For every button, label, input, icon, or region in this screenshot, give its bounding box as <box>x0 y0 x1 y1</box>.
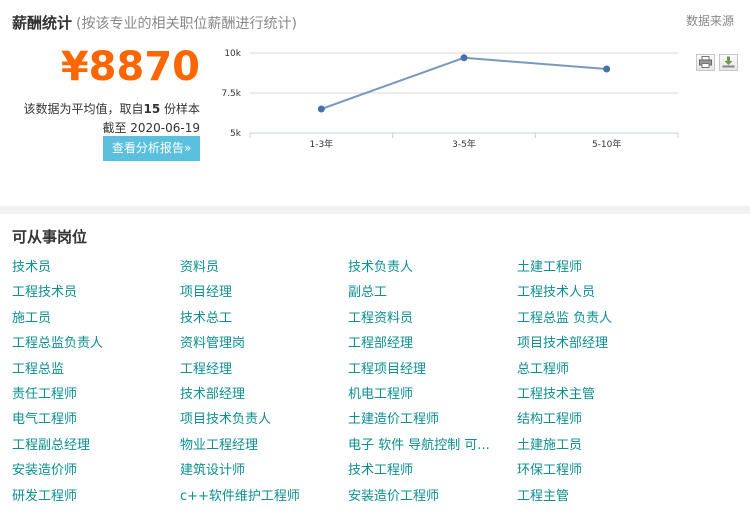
sample-note: 该数据为平均值，取自15 份样本 <box>23 100 200 117</box>
job-link[interactable]: 资料管理岗 <box>180 332 245 351</box>
data-source-link[interactable]: 数据来源 <box>686 12 734 29</box>
job-link[interactable]: 环保工程师 <box>517 459 582 478</box>
print-button[interactable] <box>696 54 715 71</box>
x-tick-label: 1-3年 <box>309 138 333 150</box>
x-tick-label: 3-5年 <box>452 138 476 150</box>
job-link[interactable]: 责任工程师 <box>12 383 77 402</box>
job-link[interactable]: 技术员 <box>12 256 51 275</box>
job-link[interactable]: 安装造价工程师 <box>348 485 439 504</box>
job-link[interactable]: 物业工程经理 <box>180 434 258 453</box>
y-tick-label: 5k <box>230 129 242 139</box>
view-report-button[interactable]: 查看分析报告» <box>103 136 200 161</box>
print-icon <box>699 56 712 68</box>
job-link[interactable]: 总工程师 <box>517 358 569 377</box>
job-link[interactable]: 副总工 <box>348 281 387 300</box>
panel-title: 薪酬统计 (按该专业的相关职位薪酬进行统计) <box>12 12 297 33</box>
job-link[interactable]: 工程主管 <box>517 485 569 504</box>
data-point <box>603 65 611 73</box>
job-link[interactable]: 机电工程师 <box>348 383 413 402</box>
salary-subtitle: (按该专业的相关职位薪酬进行统计) <box>76 16 297 32</box>
job-link[interactable]: 技术工程师 <box>348 459 413 478</box>
job-link[interactable]: 工程技术人员 <box>517 281 595 300</box>
job-link[interactable]: 电气工程师 <box>12 408 77 427</box>
data-point <box>317 105 325 113</box>
job-link[interactable]: 土建施工员 <box>517 434 582 453</box>
job-link[interactable]: 电子 软件 导航控制 可... <box>348 434 490 453</box>
job-link[interactable]: 工程部经理 <box>348 332 413 351</box>
sample-note-suffix: 份样本 <box>160 102 200 116</box>
job-link[interactable]: 施工员 <box>12 307 51 326</box>
job-link[interactable]: 土建造价工程师 <box>348 408 439 427</box>
job-link[interactable]: 工程总监 <box>12 358 64 377</box>
series-line <box>320 56 607 110</box>
job-link[interactable]: 项目经理 <box>180 281 232 300</box>
salary-line-chart: 10k 7.5k 5k 1-3年 3-5年 5-10年 <box>221 49 679 150</box>
sample-note-prefix: 该数据为平均值，取自 <box>23 102 144 116</box>
average-salary: ¥8870 <box>60 44 200 90</box>
download-button[interactable] <box>719 54 738 71</box>
job-link[interactable]: 工程副总经理 <box>12 434 90 453</box>
job-link[interactable]: 工程资料员 <box>348 307 413 326</box>
job-link[interactable]: c++软件维护工程师 <box>180 485 300 504</box>
salary-chart: 10k 7.5k 5k 1-3年 3-5年 5-10年 <box>220 40 690 164</box>
job-link[interactable]: 技术总工 <box>180 307 232 326</box>
y-tick-label: 7.5k <box>221 89 241 99</box>
job-link[interactable]: 工程项目经理 <box>348 358 426 377</box>
job-link[interactable]: 技术负责人 <box>348 256 413 275</box>
job-link[interactable]: 工程技术员 <box>12 281 77 300</box>
salary-title: 薪酬统计 <box>12 14 73 32</box>
job-link[interactable]: 技术部经理 <box>180 383 245 402</box>
job-link[interactable]: 资料员 <box>180 256 219 275</box>
stat-date: 截至 2020-06-19 <box>102 121 200 135</box>
download-icon <box>722 56 735 68</box>
job-link[interactable]: 工程总监负责人 <box>12 332 103 351</box>
y-tick-label: 10k <box>224 49 241 59</box>
salary-panel: 薪酬统计 (按该专业的相关职位薪酬进行统计) 数据来源 ¥8870 该数据为平均值… <box>0 0 750 200</box>
job-link[interactable]: 建筑设计师 <box>180 459 245 478</box>
job-link[interactable]: 土建工程师 <box>517 256 582 275</box>
job-link[interactable]: 工程技术主管 <box>517 383 595 402</box>
sample-count: 15 <box>143 102 161 116</box>
section-divider <box>0 206 750 214</box>
job-link[interactable]: 项目技术负责人 <box>180 408 271 427</box>
job-link[interactable]: 安装造价师 <box>12 459 77 478</box>
jobs-title: 可从事岗位 <box>12 228 88 246</box>
job-link[interactable]: 项目技术部经理 <box>517 332 608 351</box>
job-link[interactable]: 研发工程师 <box>12 485 77 504</box>
job-link[interactable]: 工程经理 <box>180 358 232 377</box>
job-link[interactable]: 结构工程师 <box>517 408 582 427</box>
job-link[interactable]: 工程总监 负责人 <box>517 307 612 326</box>
data-point <box>460 54 468 62</box>
x-tick-label: 5-10年 <box>592 138 621 150</box>
